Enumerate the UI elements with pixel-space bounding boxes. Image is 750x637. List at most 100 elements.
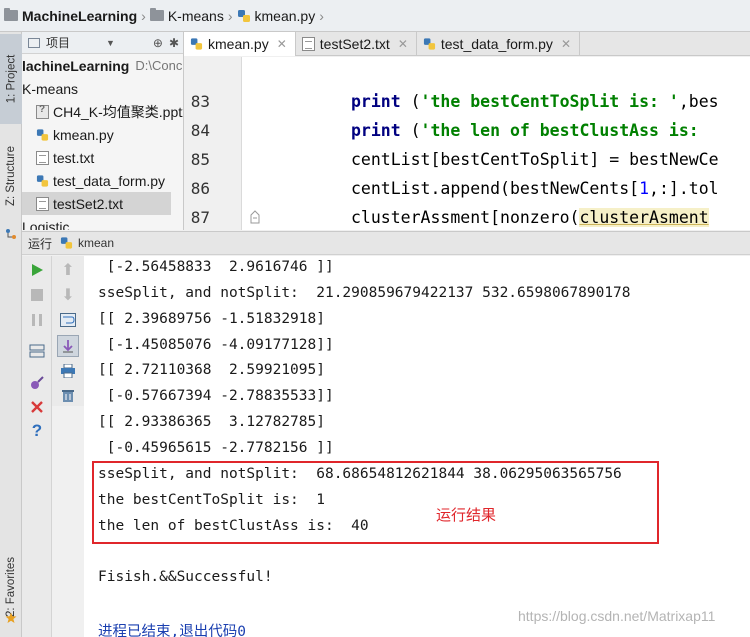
scroll-up-button[interactable]: ⬆ — [59, 261, 77, 279]
breadcrumb-folder[interactable]: K-means › — [149, 7, 233, 24]
tree-item-kmean-py[interactable]: kmean.py — [22, 123, 171, 146]
pause-button[interactable] — [28, 311, 46, 329]
rerun-button[interactable] — [28, 261, 46, 279]
tree-item-label: kmean.py — [53, 126, 114, 143]
project-tool-tab-label: 1: Project — [5, 54, 18, 104]
print-button[interactable] — [59, 362, 77, 380]
question-icon: ? — [31, 421, 43, 440]
code-text: centList.append(bestNewCents[1,:].tol — [351, 179, 719, 198]
breadcrumb-project[interactable]: MachineLearning › — [4, 8, 146, 24]
run-window-header: 运行 kmean — [22, 231, 750, 255]
tree-item-test-data-form-py[interactable]: test_data_form.py — [22, 169, 171, 192]
navigation-bar: MachineLearning › K-means › kmean.py › — [0, 0, 750, 32]
gear-icon[interactable]: ✱ — [169, 36, 179, 50]
stop-button[interactable] — [28, 286, 46, 304]
soft-wrap-button[interactable] — [59, 311, 77, 329]
tree-item-label: K-means — [22, 80, 79, 97]
code-pre: clusterAssment[nonzero( — [351, 208, 580, 227]
code-post: ,:].tol — [649, 179, 719, 198]
dropdown-arrow-icon[interactable]: ▼ — [106, 38, 115, 48]
chevron-right-icon: › — [319, 7, 324, 24]
code-punct: ( — [400, 92, 421, 111]
project-panel-header: 项目 ▼ ⊕ ✱ — [22, 32, 183, 54]
structure-icon — [6, 229, 16, 239]
string-literal: 'the len of bestClustAss is: — [420, 121, 699, 140]
tree-item-pptx[interactable]: CH4_K-均值聚类.pptx — [22, 100, 183, 123]
layout-icon — [29, 344, 45, 358]
tree-item-label: test.txt — [53, 149, 95, 166]
breadcrumb-folder-label: K-means — [167, 7, 224, 24]
layout-button[interactable] — [28, 342, 46, 360]
pause-icon — [32, 314, 42, 326]
code-editor[interactable]: 83 print ('the bestCentToSplit is: ',bes… — [184, 57, 750, 230]
line-number: 85 — [190, 150, 210, 169]
keyword: print — [351, 92, 401, 111]
scroll-down-button[interactable]: ⬇ — [59, 286, 77, 304]
arrow-down-icon: ⬇ — [61, 287, 75, 304]
tree-item-testset2-txt[interactable]: testSet2.txt — [22, 192, 171, 215]
scroll-to-end-button[interactable] — [57, 335, 79, 357]
tab-label: test_data_form.py — [440, 36, 553, 52]
folder-icon — [4, 8, 18, 21]
tab-testset2-txt[interactable]: testSet2.txt ✕ — [296, 32, 417, 56]
close-icon[interactable]: ✕ — [561, 37, 571, 51]
code-line-83: 83 print ('the bestCentToSplit is: ',bes — [184, 87, 750, 116]
process-exit-message: 进程已结束,退出代码0 — [98, 624, 246, 637]
number-literal: 1 — [639, 179, 650, 198]
pin-icon — [31, 376, 44, 389]
string-literal: 'the bestCentToSplit is: ' — [420, 92, 679, 111]
tree-item-kmeans-folder[interactable]: K-means — [22, 77, 171, 100]
keyword: print — [351, 121, 401, 140]
console-line: [-2.56458833 2.9616746 ]] — [98, 259, 334, 275]
structure-tool-tab[interactable]: Z: Structure — [0, 128, 22, 224]
code-rest: ,bes — [678, 92, 719, 111]
text-file-icon — [36, 150, 49, 165]
wrap-icon — [60, 313, 76, 327]
code-pre: centList.append(bestNewCents[ — [351, 179, 640, 198]
tree-item-test-txt[interactable]: test.txt — [22, 146, 171, 169]
run-window-title: 运行 — [28, 236, 53, 251]
project-panel: 项目 ▼ ⊕ ✱ lachineLearning D:\Conc K-means… — [22, 32, 184, 230]
editor-tab-bar: kmean.py ✕ testSet2.txt ✕ test_data_form… — [184, 32, 750, 56]
project-panel-title[interactable]: 项目 — [46, 34, 70, 51]
breadcrumb-file-label: kmean.py — [254, 7, 316, 24]
pin-button[interactable] — [28, 374, 46, 392]
code-line-84: 84 print ('the len of bestClustAss is: — [184, 116, 750, 145]
highlighted-identifier: clusterAsment — [579, 208, 709, 227]
trash-icon — [62, 389, 74, 402]
breadcrumb-file[interactable]: kmean.py › — [237, 8, 324, 24]
close-run-button[interactable] — [28, 398, 46, 416]
console-line: sseSplit, and notSplit: 21.2908596794221… — [98, 285, 631, 301]
stop-icon — [31, 289, 43, 301]
tree-root[interactable]: lachineLearning D:\Conc — [22, 54, 182, 77]
tree-item-logistic[interactable]: Logistic — [22, 215, 171, 231]
line-number: 86 — [190, 179, 210, 198]
console-line: [[ 2.39689756 -1.51832918] — [98, 311, 325, 327]
result-highlight-box — [92, 461, 659, 544]
code-text: print ('the len of bestClustAss is: — [351, 121, 699, 140]
code-text: centList[bestCentToSplit] = bestNewCe — [351, 150, 719, 169]
close-icon[interactable]: ✕ — [398, 37, 408, 51]
run-config-tab[interactable]: kmean — [78, 236, 114, 250]
arrow-up-icon: ⬆ — [61, 262, 75, 279]
python-file-icon — [36, 128, 49, 141]
sync-icon[interactable]: ⊕ — [153, 36, 163, 50]
tab-kmean-py[interactable]: kmean.py ✕ — [184, 32, 296, 56]
tree-item-label: test_data_form.py — [53, 172, 166, 189]
help-button[interactable]: ? — [28, 421, 46, 440]
tab-test-data-form-py[interactable]: test_data_form.py ✕ — [417, 32, 580, 56]
scroll-end-icon — [63, 340, 73, 353]
clear-button[interactable] — [59, 386, 77, 404]
code-line-85: 85 centList[bestCentToSplit] = bestNewCe — [184, 145, 750, 174]
tree-item-label: CH4_K-均值聚类.pptx — [53, 103, 184, 120]
line-number: 84 — [190, 121, 210, 140]
code-text: print ('the bestCentToSplit is: ',bes — [351, 92, 719, 111]
printer-icon — [61, 364, 75, 378]
close-icon[interactable]: ✕ — [277, 37, 287, 51]
project-tool-tab[interactable]: 1: Project — [0, 34, 22, 124]
favorites-tool-tab-label: 2: Favorites — [5, 556, 18, 618]
tree-root-label: lachineLearning — [22, 57, 130, 74]
run-console-output[interactable]: [-2.56458833 2.9616746 ]] sseSplit, and … — [84, 256, 750, 637]
left-tool-strip: 1: Project Z: Structure 2: Favorites — [0, 32, 22, 637]
close-icon — [31, 401, 43, 413]
